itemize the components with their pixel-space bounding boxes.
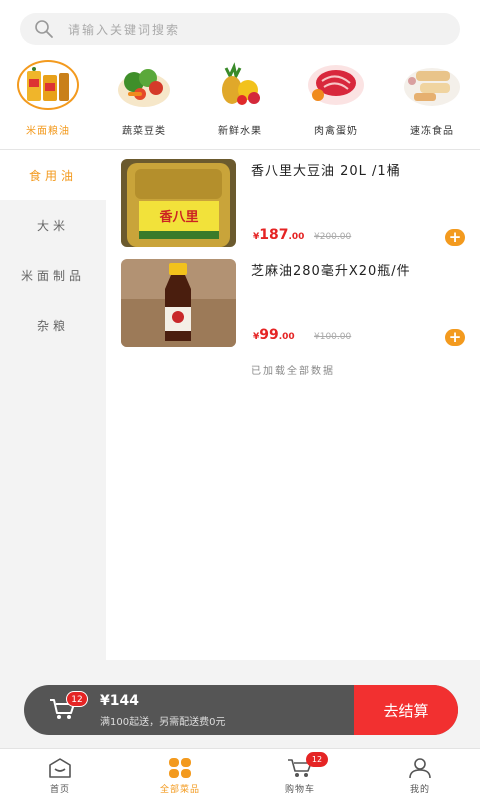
category-label: 肉禽蛋奶: [314, 126, 358, 137]
meat-image: [305, 60, 367, 110]
category-row: 米面粮油 蔬菜豆类 新鲜水果 肉禽蛋奶 速冻食品: [0, 60, 480, 146]
product-price: ¥187.00: [253, 227, 304, 243]
cart-count-badge: 12: [66, 691, 88, 707]
cart-total: ¥144: [100, 693, 139, 709]
product-name: 香八里大豆油 20L /1桶: [251, 164, 401, 179]
sidebar-item-rice[interactable]: 大米: [0, 200, 106, 250]
tab-label: 全部菜品: [159, 785, 200, 795]
cart-tab-badge: 12: [306, 752, 328, 767]
cart-bar[interactable]: 12 ¥144 满100起送，另需配送费0元 去结算: [24, 685, 458, 735]
original-price: ¥200.00: [314, 232, 352, 242]
product-price: ¥99.00: [253, 327, 295, 343]
bottle-brand-text: 香八里: [158, 209, 198, 225]
header: 请输入关键词搜索 米面粮油 蔬菜豆类 新鲜水果 肉禽蛋奶 速冻食品: [0, 0, 480, 150]
sidebar-item-noodle-products[interactable]: 米面制品: [0, 250, 106, 300]
vegetables-image: [113, 60, 175, 110]
product-image-sesame-oil: [121, 259, 236, 347]
price-decimal: .00: [278, 332, 295, 342]
category-label: 米面粮油: [26, 126, 70, 137]
sidebar-item-grains[interactable]: 杂粮: [0, 300, 106, 350]
user-icon: [409, 758, 431, 779]
price-integer: 187: [259, 227, 289, 243]
product-image-soybean-oil: 香八里: [121, 159, 236, 247]
grid-icon: [169, 758, 191, 778]
list-status: 已加载全部数据: [251, 366, 335, 377]
tab-label: 首页: [49, 785, 70, 795]
subcategory-sidebar: 食用油 大米 米面制品 杂粮: [0, 150, 106, 350]
grain-oil-image: [17, 60, 79, 110]
category-grain-oil[interactable]: 米面粮油: [0, 60, 96, 146]
category-label: 蔬菜豆类: [122, 126, 166, 137]
category-meat-eggs-milk[interactable]: 肉禽蛋奶: [288, 60, 384, 146]
product-name: 芝麻油280毫升X20瓶/件: [251, 264, 411, 279]
tab-home[interactable]: 首页: [0, 749, 120, 800]
category-vegetables[interactable]: 蔬菜豆类: [96, 60, 192, 146]
checkout-button[interactable]: 去结算: [354, 685, 458, 735]
search-placeholder: 请输入关键词搜索: [68, 22, 181, 37]
tab-label: 购物车: [284, 785, 315, 795]
tab-cart[interactable]: 12 购物车: [240, 749, 360, 800]
delivery-note: 满100起送，另需配送费0元: [100, 717, 226, 728]
fruits-image: [209, 60, 271, 110]
tab-label: 我的: [409, 785, 430, 795]
category-label: 新鲜水果: [218, 126, 262, 137]
frozen-image: [401, 60, 463, 110]
original-price: ¥100.00: [314, 332, 352, 342]
add-to-cart-button[interactable]: +: [445, 329, 465, 346]
price-integer: 99: [259, 327, 279, 343]
price-decimal: .00: [288, 232, 305, 242]
category-label: 速冻食品: [410, 126, 454, 137]
category-fruits[interactable]: 新鲜水果: [192, 60, 288, 146]
tab-mine[interactable]: 我的: [360, 749, 480, 800]
sidebar-item-edible-oil[interactable]: 食用油: [0, 150, 106, 200]
product-item[interactable]: 芝麻油280毫升X20瓶/件 ¥99.00 ¥100.00 +: [106, 250, 480, 350]
tab-all-dishes[interactable]: 全部菜品: [120, 749, 240, 800]
category-frozen[interactable]: 速冻食品: [384, 60, 480, 146]
bottom-tab-bar: 首页 全部菜品 12 购物车 我的: [0, 748, 480, 800]
add-to-cart-button[interactable]: +: [445, 229, 465, 246]
search-bar[interactable]: 请输入关键词搜索: [20, 13, 460, 45]
search-icon: [35, 20, 53, 38]
product-item[interactable]: 香八里 香八里大豆油 20L /1桶 ¥187.00 ¥200.00 +: [106, 150, 480, 250]
home-icon: [49, 758, 71, 778]
product-list: 香八里 香八里大豆油 20L /1桶 ¥187.00 ¥200.00 + 芝麻油…: [106, 150, 480, 660]
